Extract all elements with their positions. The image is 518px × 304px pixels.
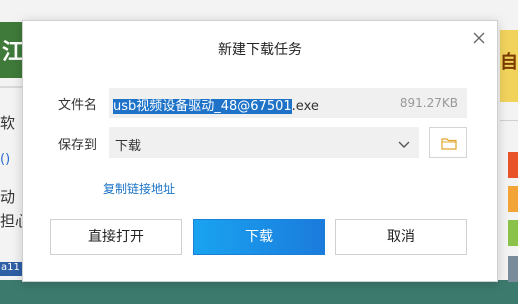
background-right-banner-text: 自: [500, 52, 518, 73]
save-location-dropdown[interactable]: 下载: [109, 127, 419, 158]
chevron-down-icon: [397, 136, 411, 155]
download-button[interactable]: 下载: [193, 219, 325, 255]
background-swatch: [508, 220, 518, 246]
background-right-banner: 自: [500, 30, 518, 102]
open-directly-button[interactable]: 直接打开: [50, 219, 182, 255]
new-download-dialog: 新建下载任务 文件名 usb视频设备驱动_48@67501.exe 891.27…: [22, 20, 498, 282]
file-name-field[interactable]: usb视频设备驱动_48@67501.exe 891.27KB: [109, 88, 467, 118]
background-left-banner-text: 江: [2, 40, 25, 65]
background-text: 软: [0, 114, 16, 132]
background-divider: [500, 120, 518, 121]
file-size: 891.27KB: [399, 96, 458, 110]
folder-icon: [441, 138, 457, 150]
background-link: (): [0, 152, 11, 167]
browse-folder-button[interactable]: [429, 127, 467, 158]
background-text: 动: [0, 188, 16, 206]
file-name-selected-text[interactable]: usb视频设备驱动_48@67501: [113, 99, 292, 114]
background-tag-text: a11: [1, 262, 20, 273]
file-name-extension[interactable]: .exe: [292, 99, 319, 114]
background-swatch: [508, 186, 518, 212]
save-to-label: 保存到: [58, 138, 98, 153]
file-name-label: 文件名: [58, 98, 98, 113]
save-location-value: 下载: [115, 139, 142, 154]
cancel-button[interactable]: 取消: [335, 219, 467, 255]
file-name-value[interactable]: usb视频设备驱动_48@67501.exe: [113, 95, 319, 114]
copy-link-address[interactable]: 复制链接地址: [103, 180, 175, 197]
background-swatch: [508, 256, 518, 282]
background-swatch: [508, 152, 518, 178]
close-icon[interactable]: [471, 30, 487, 46]
dialog-title: 新建下载任务: [218, 42, 302, 58]
background-footer: [0, 280, 518, 304]
